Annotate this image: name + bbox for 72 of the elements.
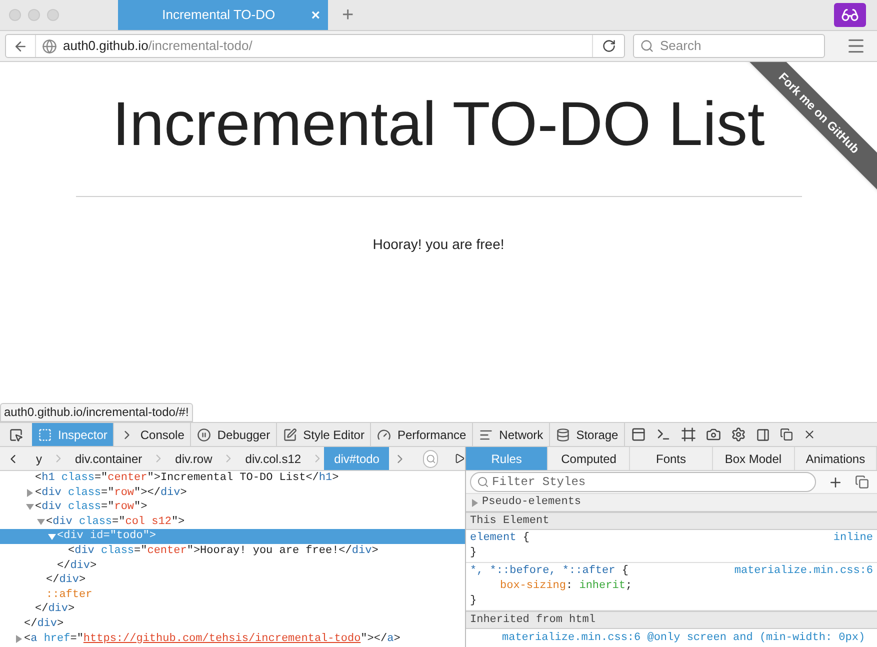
markup-line-text: <a href="https://github.com/tehsis/incremental-todo"></a>	[24, 632, 400, 647]
declaration[interactable]: box-sizing: inherit;	[470, 579, 873, 594]
page-title: Incremental TO-DO List	[112, 89, 765, 161]
close-icon[interactable]	[803, 428, 816, 441]
search-icon	[426, 454, 436, 464]
markup-row[interactable]: <div class="center">Hooray! you are free!</div>	[0, 544, 465, 559]
markup-line-text: <div class="col s12">	[46, 514, 185, 530]
url-bar[interactable]: auth0.github.io/incremental-todo/	[5, 34, 625, 58]
pause-icon	[197, 428, 212, 442]
collapsed-triangle-icon[interactable]	[26, 488, 32, 497]
sidebar-tab[interactable]: Animations	[794, 447, 877, 470]
markup-line-text: <div class="row">	[35, 500, 148, 516]
source-link[interactable]: materialize.min.css:6	[734, 564, 873, 579]
reload-icon	[602, 39, 616, 53]
breadcrumb[interactable]: div.row	[165, 447, 222, 470]
lines-icon	[479, 428, 494, 442]
breadcrumb[interactable]: div.col.s12	[235, 447, 312, 470]
filter-input[interactable]: Filter Styles	[492, 473, 809, 491]
markup-line-text: <h1 class="center">Incremental TO-DO List</h1>	[35, 471, 339, 486]
search-icon	[640, 39, 654, 53]
camera-icon[interactable]	[706, 427, 722, 442]
settings-icon[interactable]	[731, 427, 746, 442]
rule-selector: element {	[470, 531, 530, 546]
markup-row[interactable]: <div class="row"></div>	[0, 486, 465, 500]
database-icon	[556, 428, 570, 442]
add-rule-button[interactable]	[828, 474, 843, 490]
breadcrumb[interactable]: y	[26, 447, 52, 470]
markup-row[interactable]: <div class="row">	[0, 500, 465, 515]
empty-message: Hooray! you are free!	[372, 235, 504, 254]
closing-brace: }	[470, 594, 478, 609]
square-icon	[38, 428, 52, 442]
gauge-icon	[377, 428, 392, 442]
section-header: This Element	[466, 512, 877, 530]
markup-line-text: <div class="row"></div>	[35, 486, 187, 501]
sidebar-tab[interactable]: Computed	[548, 447, 630, 470]
markup-line-text: <div class="center">Hooray! you are free!</div>	[68, 544, 378, 560]
sidebar-tab[interactable]: Box Model	[712, 447, 795, 470]
tab-title: Incremental TO-DO	[161, 6, 276, 24]
search-input[interactable]: Search	[660, 36, 818, 56]
section-header: Inherited from html	[466, 611, 877, 629]
devtools-tab[interactable]: Storage	[550, 423, 626, 446]
devtools-tab[interactable]: Console	[114, 423, 192, 446]
markup-row[interactable]: <h1 class="center">Incremental TO-DO List</h1>	[0, 471, 465, 486]
markup-line-text: </div>	[24, 616, 64, 632]
markup-line-text: </div>	[35, 602, 75, 618]
search-button[interactable]	[423, 450, 438, 468]
pen-icon	[283, 428, 298, 442]
devtools-tab[interactable]: Network	[473, 423, 550, 446]
source-link[interactable]: materialize.min.css:6 @only screen and (min-width: 0px)	[466, 629, 877, 646]
devtools-tab[interactable]: Style Editor	[277, 423, 372, 446]
breadcrumb[interactable]: div.container	[65, 447, 152, 470]
devtools-tab[interactable]: Debugger	[191, 423, 278, 446]
markup-line-text: </div>	[46, 573, 86, 588]
status-url: auth0.github.io/incremental-todo/#!	[0, 403, 193, 422]
search-field[interactable]: Search	[633, 34, 825, 58]
globe-icon[interactable]	[42, 38, 57, 54]
expanded-triangle-icon[interactable]	[26, 504, 34, 510]
markup-line-text: </div>	[57, 558, 97, 574]
sidebar-tab[interactable]: Fonts	[630, 447, 713, 470]
filter-styles-field[interactable]: Filter Styles	[470, 472, 816, 492]
closing-brace: }	[470, 546, 478, 561]
markup-row[interactable]: <div class="col s12">	[0, 514, 465, 530]
devtools-tab[interactable]: Performance	[371, 423, 474, 446]
url-text: auth0.github.io/incremental-todo/	[63, 37, 254, 56]
markup-line-text: <div id="todo">	[57, 529, 156, 544]
rule-selector: *, *::before, *::after {	[470, 564, 628, 579]
collapsed-triangle-icon[interactable]	[16, 634, 22, 643]
markup-row[interactable]: <a href="https://github.com/tehsis/incremental-todo"></a>	[0, 632, 465, 646]
search-icon	[477, 476, 489, 488]
markup-line-text: ::after	[46, 588, 92, 603]
source-link[interactable]: inline	[833, 531, 873, 546]
new-tab-button[interactable]: +	[342, 5, 354, 25]
